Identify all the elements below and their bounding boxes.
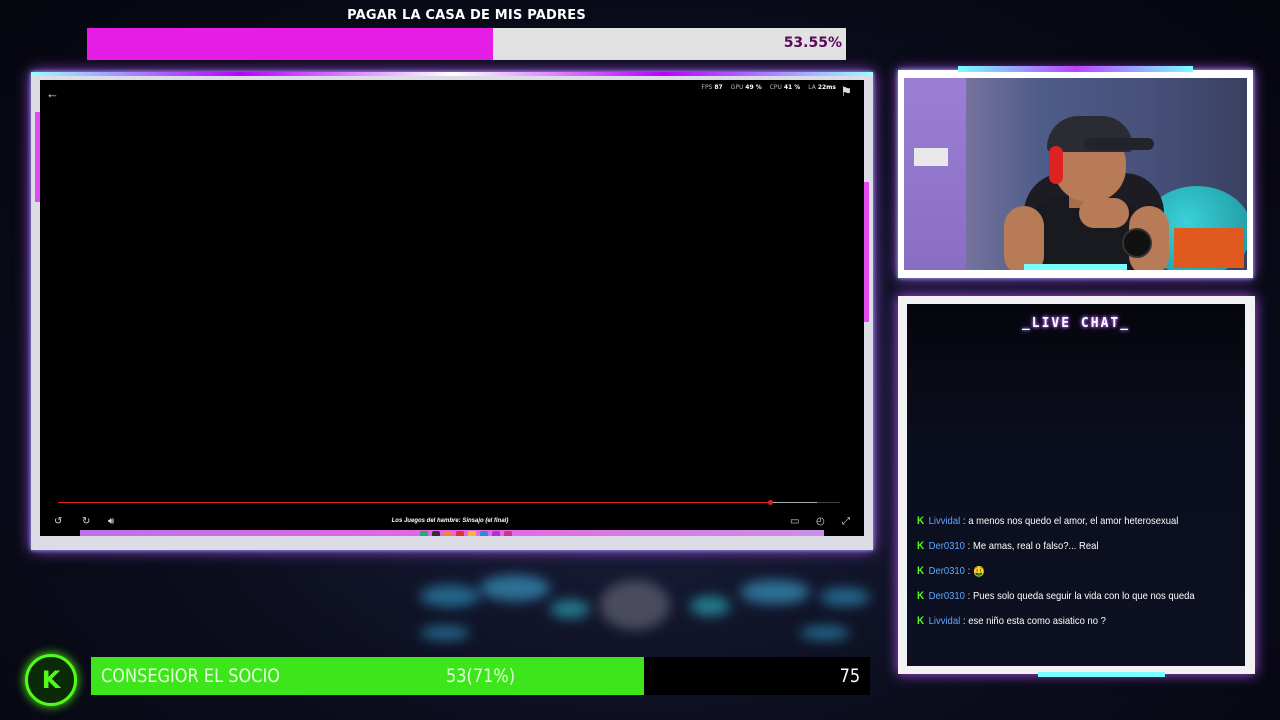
taskbar-app-icon[interactable]: [504, 531, 512, 536]
kick-badge-icon: K: [917, 590, 925, 602]
taskbar-app-icon[interactable]: [492, 531, 500, 536]
kick-badge-icon: K: [917, 540, 925, 552]
chat-message-text: Me amas, real o falso?... Real: [972, 540, 1099, 552]
taskbar-app-icon[interactable]: [480, 531, 488, 536]
performance-stats: FPS 87 GPU 49 % CPU 41 % LA 22ms: [702, 84, 837, 91]
taskbar-app-icon[interactable]: [468, 531, 476, 536]
background-glow: [690, 596, 730, 616]
sub-goal-target: 75: [839, 665, 860, 687]
video-title: Los Juegos del hambre: Sinsajo (el final…: [391, 518, 509, 524]
chat-username[interactable]: Der0310: [929, 590, 965, 602]
chat-message: K Der0310: Pues solo queda seguir la vida …: [917, 590, 1207, 615]
top-goal-progress-bar: 53.55%: [87, 28, 846, 60]
chat-message-text: Pues solo queda seguir la vida con lo qu…: [972, 590, 1195, 602]
webcam-feed: [904, 78, 1247, 270]
video-player[interactable]: ← FPS 87 GPU 49 % CPU 41 % LA 22ms ⚑ ↺ ↻…: [40, 80, 864, 536]
chat-message: K Der0310: Me amas, real o falso?... Real: [917, 540, 1207, 565]
chat-message: K Livvidal: a menos nos quedo el amor, el …: [917, 515, 1207, 540]
rewind-10-icon[interactable]: ↺: [54, 516, 62, 527]
chat-panel: _LIVE CHAT_ K Livvidal: a menos nos quedo …: [907, 304, 1245, 666]
video-progress-buffer: [769, 502, 817, 503]
top-goal-title: PAGAR LA CASA DE MIS PADRES: [347, 8, 586, 23]
video-progress-bar[interactable]: [58, 500, 840, 505]
background-glow: [800, 626, 850, 640]
chat-separator: :: [967, 590, 971, 602]
sub-goal-progress-label: 53(71%): [446, 665, 516, 687]
webcam-frame: [898, 66, 1253, 278]
chat-separator: :: [967, 565, 971, 577]
game-capture-frame: ← FPS 87 GPU 49 % CPU 41 % LA 22ms ⚑ ↺ ↻…: [31, 72, 873, 550]
background-glow: [420, 585, 480, 607]
subtitles-icon[interactable]: ▭: [790, 516, 799, 527]
stat-fps: FPS 87: [701, 84, 723, 91]
stat-latency: LA 22ms: [808, 84, 836, 91]
background-glow: [550, 600, 590, 618]
chat-title: _LIVE CHAT_: [1021, 316, 1131, 331]
top-goal-progress-fill: [87, 28, 494, 60]
video-progress-played: [58, 502, 770, 503]
chat-username[interactable]: Livvidal: [929, 615, 961, 627]
chat-separator: :: [962, 615, 966, 627]
top-goal-percent: 53.55%: [783, 35, 842, 51]
background-glow: [600, 580, 670, 630]
sub-goal-title: CONSEGIOR EL SOCIO: [101, 665, 280, 687]
chat-username[interactable]: Der0310: [929, 565, 965, 577]
taskbar-app-icon[interactable]: [420, 531, 428, 536]
taskbar-icons: [420, 531, 512, 536]
taskbar-app-icon[interactable]: [456, 531, 464, 536]
background-glow: [740, 580, 810, 604]
video-progress-thumb[interactable]: [767, 500, 773, 505]
fullscreen-icon[interactable]: ⤢: [842, 516, 850, 527]
flag-icon[interactable]: ⚑: [840, 84, 852, 100]
chat-message-text: ese niño esta como asiatico no ?: [968, 615, 1106, 627]
chat-message: K Livvidal: ese niño esta como asiatico no…: [917, 615, 1207, 640]
taskbar-app-icon[interactable]: [444, 531, 452, 536]
chat-message-text: 🤑: [972, 566, 985, 578]
chat-message-text: a menos nos quedo el amor, el amor heter…: [968, 515, 1179, 527]
taskbar-app-icon[interactable]: [432, 531, 440, 536]
kick-badge-icon: K: [917, 615, 925, 627]
background-glow: [820, 588, 870, 606]
chat-separator: :: [967, 540, 971, 552]
sub-goal-progress-bar: CONSEGIOR EL SOCIO 53(71%) 75: [91, 657, 870, 695]
arrow-left-icon[interactable]: ←: [46, 86, 59, 101]
chat-username[interactable]: Livvidal: [929, 515, 961, 527]
forward-10-icon[interactable]: ↻: [82, 516, 90, 527]
chat-username[interactable]: Der0310: [929, 540, 965, 552]
background-glow: [420, 626, 470, 640]
kick-logo-icon: K: [25, 654, 77, 706]
kick-badge-icon: K: [917, 515, 925, 527]
chat-messages: K Livvidal: a menos nos quedo el amor, el …: [917, 515, 1239, 640]
chat-frame: _LIVE CHAT_ K Livvidal: a menos nos quedo …: [898, 296, 1255, 677]
stat-gpu: GPU 49 %: [730, 84, 762, 91]
background-glow: [480, 575, 550, 601]
volume-icon[interactable]: 🔊︎: [108, 516, 114, 527]
stat-cpu: CPU 41 %: [769, 84, 801, 91]
chat-message: K Der0310: 🤑: [917, 565, 1207, 590]
kick-badge-icon: K: [917, 565, 925, 577]
chat-separator: :: [962, 515, 966, 527]
speed-icon[interactable]: ◴: [816, 516, 825, 527]
